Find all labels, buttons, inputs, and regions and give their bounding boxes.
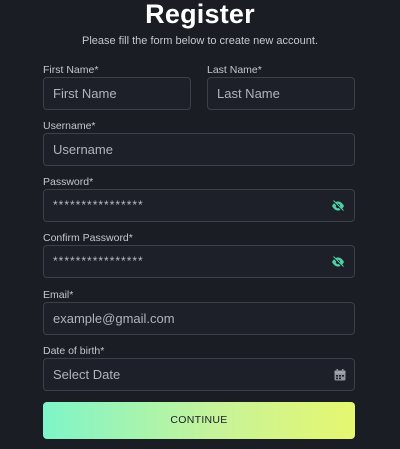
email-input[interactable]: example@gmail.com	[43, 302, 355, 335]
username-label: Username*	[43, 120, 96, 132]
page-title: Register	[145, 0, 255, 29]
date-of-birth-input[interactable]: Select Date	[43, 358, 355, 391]
confirm-password-value: ****************	[53, 254, 144, 268]
calendar-icon[interactable]	[334, 369, 346, 381]
date-of-birth-label: Date of birth*	[43, 345, 105, 357]
register-page: Register Please fill the form below to c…	[0, 0, 400, 449]
page-subtitle: Please fill the form below to create new…	[81, 35, 318, 47]
eye-slash-icon[interactable]	[331, 200, 345, 212]
date-of-birth-placeholder: Select Date	[53, 367, 121, 382]
username-input[interactable]: Username	[43, 133, 355, 166]
first-name-label: First Name*	[43, 64, 99, 76]
password-input[interactable]: ****************	[43, 189, 355, 222]
first-name-input[interactable]: First Name	[43, 77, 191, 110]
confirm-password-label: Confirm Password*	[43, 232, 133, 244]
last-name-input[interactable]: Last Name	[207, 77, 355, 110]
eye-slash-icon[interactable]	[331, 256, 345, 268]
password-label: Password*	[43, 176, 94, 188]
email-label: Email*	[43, 289, 74, 301]
confirm-password-input[interactable]: ****************	[43, 245, 355, 278]
last-name-label: Last Name*	[207, 64, 262, 76]
password-value: ****************	[53, 198, 144, 212]
continue-button[interactable]: CONTINUE	[43, 402, 355, 439]
